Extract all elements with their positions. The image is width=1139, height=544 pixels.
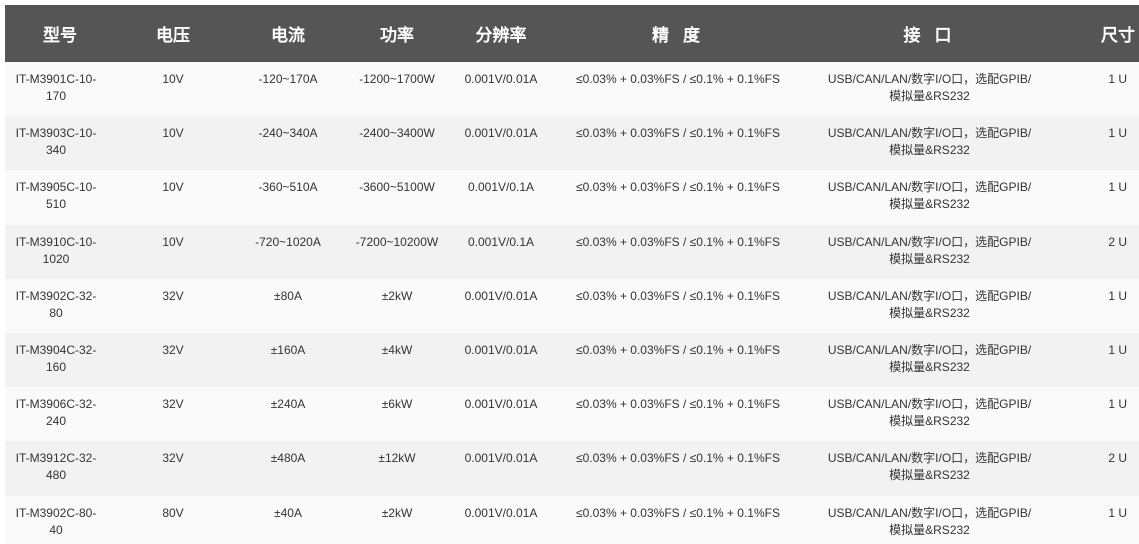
cell-size: 2 U	[1108, 234, 1127, 249]
cell-size: 1 U	[1108, 397, 1127, 412]
cell-resolution: 0.001V/0.01A	[464, 451, 538, 466]
cell-interface: USB/CAN/LAN/数字I/O口，选配GPIB/模拟量&RS232	[827, 234, 1032, 266]
cell-voltage: 32V	[162, 451, 184, 466]
header-resolution: 分辨率	[475, 26, 527, 46]
spec-table-container: 型号 电压 电流 功率 分辨率 精 度 接 口 尺寸 IT-M3901C-10-…	[0, 0, 1139, 544]
cell-power: -2400~3400W	[359, 126, 435, 141]
table-header-row: 型号 电压 电流 功率 分辨率 精 度 接 口 尺寸	[5, 5, 1139, 62]
cell-resolution: 0.001V/0.01A	[464, 397, 538, 412]
table-row: IT-M3910C-10-1020 10V -720~1020A -7200~1…	[5, 224, 1139, 279]
cell-model: IT-M3904C-32-160	[15, 342, 97, 374]
table-row: IT-M3906C-32-240 32V ±240A ±6kW 0.001V/0…	[5, 387, 1139, 442]
cell-accuracy: ≤0.03% + 0.03%FS / ≤0.1% + 0.1%FS	[576, 451, 780, 466]
cell-interface: USB/CAN/LAN/数字I/O口，选配GPIB/模拟量&RS232	[827, 342, 1032, 374]
cell-voltage: 10V	[162, 126, 184, 141]
cell-resolution: 0.001V/0.01A	[464, 288, 538, 303]
cell-interface: USB/CAN/LAN/数字I/O口，选配GPIB/模拟量&RS232	[827, 72, 1032, 103]
cell-current: -360~510A	[258, 180, 318, 195]
table-row: IT-M3902C-80-40 80V ±40A ±2kW 0.001V/0.0…	[5, 495, 1139, 544]
cell-current: ±480A	[270, 451, 306, 466]
cell-resolution: 0.001V/0.01A	[464, 342, 538, 357]
cell-accuracy: ≤0.03% + 0.03%FS / ≤0.1% + 0.1%FS	[576, 126, 780, 141]
cell-accuracy: ≤0.03% + 0.03%FS / ≤0.1% + 0.1%FS	[576, 342, 780, 357]
cell-current: -720~1020A	[255, 234, 321, 249]
cell-voltage: 80V	[162, 505, 184, 520]
cell-size: 2 U	[1108, 451, 1127, 466]
table-row: IT-M3902C-32-80 32V ±80A ±2kW 0.001V/0.0…	[5, 278, 1139, 333]
cell-current: ±240A	[270, 397, 306, 412]
cell-voltage: 32V	[162, 288, 184, 303]
cell-accuracy: ≤0.03% + 0.03%FS / ≤0.1% + 0.1%FS	[576, 72, 780, 86]
cell-accuracy: ≤0.03% + 0.03%FS / ≤0.1% + 0.1%FS	[576, 505, 780, 520]
cell-voltage: 10V	[162, 72, 184, 86]
cell-model: IT-M3901C-10-170	[15, 72, 97, 103]
header-interface: 接 口	[903, 26, 956, 46]
cell-interface: USB/CAN/LAN/数字I/O口，选配GPIB/模拟量&RS232	[827, 451, 1032, 483]
table-row: IT-M3912C-32-480 32V ±480A ±12kW 0.001V/…	[5, 441, 1139, 496]
cell-resolution: 0.001V/0.1A	[467, 234, 535, 249]
cell-model: IT-M3902C-80-40	[15, 505, 97, 537]
cell-current: -120~170A	[258, 72, 318, 86]
cell-interface: USB/CAN/LAN/数字I/O口，选配GPIB/模拟量&RS232	[827, 505, 1032, 537]
cell-size: 1 U	[1108, 342, 1127, 357]
cell-model: IT-M3903C-10-340	[15, 126, 97, 158]
cell-power: -7200~10200W	[355, 234, 439, 249]
header-size: 尺寸	[1101, 26, 1135, 46]
cell-current: ±40A	[274, 505, 302, 520]
cell-current: -240~340A	[258, 126, 318, 141]
table-row: IT-M3905C-10-510 10V -360~510A -3600~510…	[5, 170, 1139, 225]
cell-model: IT-M3902C-32-80	[15, 288, 97, 320]
cell-resolution: 0.001V/0.01A	[464, 72, 538, 86]
cell-size: 1 U	[1108, 126, 1127, 141]
cell-size: 1 U	[1108, 288, 1127, 303]
cell-size: 1 U	[1108, 505, 1127, 520]
cell-voltage: 32V	[162, 397, 184, 412]
cell-current: ±160A	[270, 342, 306, 357]
cell-resolution: 0.001V/0.01A	[464, 126, 538, 141]
header-current: 电流	[271, 26, 305, 46]
cell-size: 1 U	[1108, 72, 1127, 86]
cell-power: -3600~5100W	[359, 180, 435, 195]
cell-accuracy: ≤0.03% + 0.03%FS / ≤0.1% + 0.1%FS	[576, 180, 780, 195]
cell-current: ±80A	[274, 288, 302, 303]
cell-interface: USB/CAN/LAN/数字I/O口，选配GPIB/模拟量&RS232	[827, 126, 1032, 158]
cell-model: IT-M3912C-32-480	[15, 451, 97, 483]
cell-power: ±4kW	[381, 342, 413, 357]
cell-voltage: 10V	[162, 234, 184, 249]
cell-voltage: 10V	[162, 180, 184, 195]
table-row: IT-M3904C-32-160 32V ±160A ±4kW 0.001V/0…	[5, 332, 1139, 388]
cell-resolution: 0.001V/0.1A	[467, 180, 535, 195]
cell-resolution: 0.001V/0.01A	[464, 505, 538, 520]
cell-accuracy: ≤0.03% + 0.03%FS / ≤0.1% + 0.1%FS	[576, 234, 780, 249]
cell-power: ±6kW	[381, 397, 413, 412]
cell-power: ±2kW	[381, 288, 413, 303]
cell-voltage: 32V	[162, 342, 184, 357]
cell-size: 1 U	[1108, 180, 1127, 195]
cell-power: ±2kW	[381, 505, 413, 520]
header-power: 功率	[380, 26, 414, 46]
table-row: IT-M3903C-10-340 10V -240~340A -2400~340…	[5, 116, 1139, 171]
cell-interface: USB/CAN/LAN/数字I/O口，选配GPIB/模拟量&RS232	[827, 180, 1032, 212]
cell-power: ±12kW	[378, 451, 416, 466]
header-model: 型号	[43, 26, 77, 46]
cell-power: -1200~1700W	[359, 72, 435, 86]
cell-interface: USB/CAN/LAN/数字I/O口，选配GPIB/模拟量&RS232	[827, 288, 1032, 320]
cell-accuracy: ≤0.03% + 0.03%FS / ≤0.1% + 0.1%FS	[576, 288, 780, 303]
cell-accuracy: ≤0.03% + 0.03%FS / ≤0.1% + 0.1%FS	[576, 397, 780, 412]
header-voltage: 电压	[156, 26, 190, 46]
cell-interface: USB/CAN/LAN/数字I/O口，选配GPIB/模拟量&RS232	[827, 397, 1032, 429]
table-row: IT-M3901C-10-170 10V -120~170A -1200~170…	[5, 62, 1139, 117]
cell-model: IT-M3905C-10-510	[15, 180, 97, 212]
header-accuracy: 精 度	[652, 26, 704, 46]
cell-model: IT-M3906C-32-240	[15, 397, 97, 429]
cell-model: IT-M3910C-10-1020	[15, 234, 97, 266]
spec-table: 型号 电压 电流 功率 分辨率 精 度 接 口 尺寸 IT-M3901C-10-…	[5, 5, 1139, 544]
